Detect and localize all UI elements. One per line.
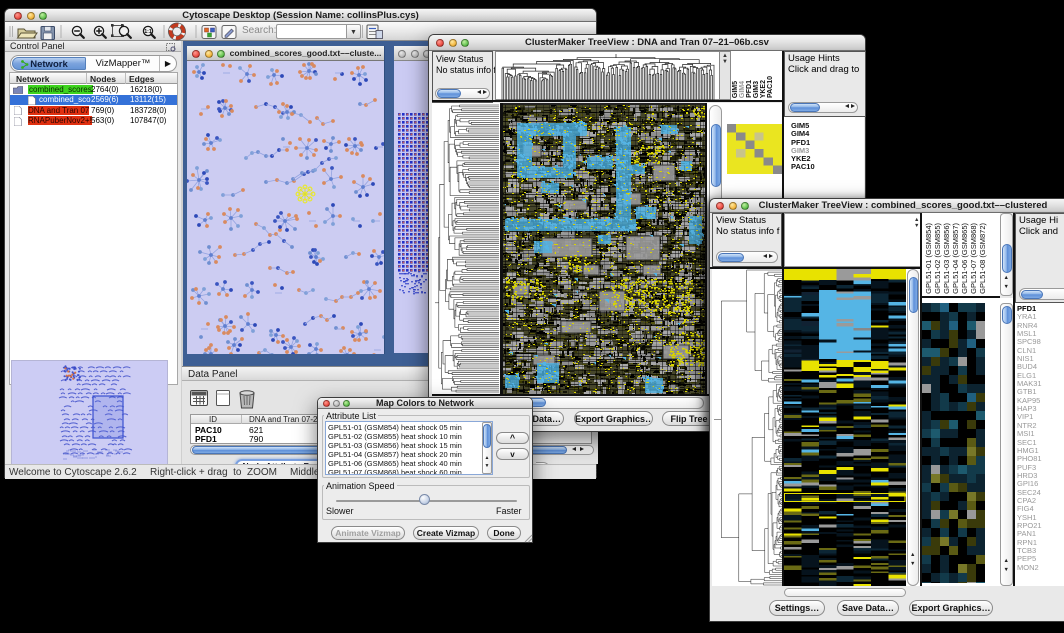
svg-text:1:1: 1:1: [144, 29, 151, 35]
